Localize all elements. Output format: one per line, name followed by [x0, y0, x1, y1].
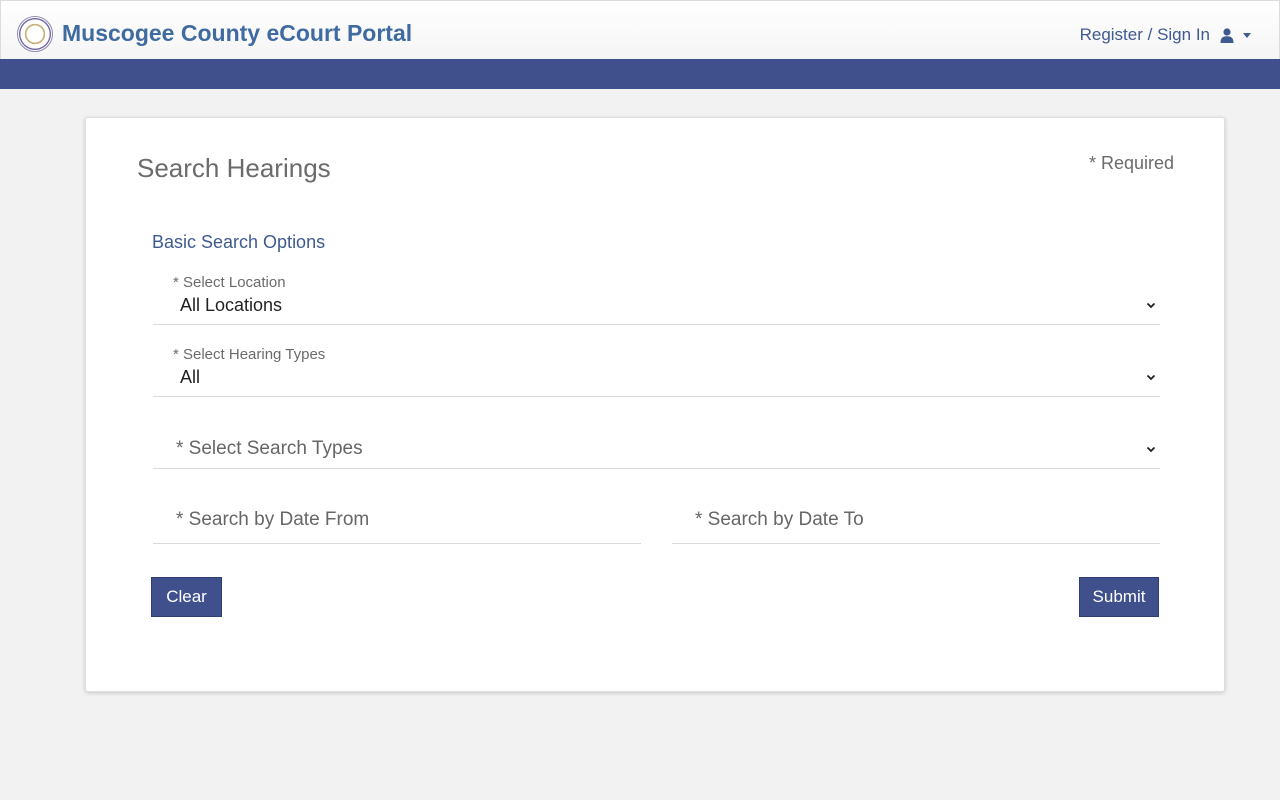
date-to-placeholder: * Search by Date To: [695, 509, 864, 530]
chevron-down-icon: [1146, 374, 1156, 381]
chevron-down-icon: [1146, 302, 1156, 309]
location-value: All Locations: [180, 295, 283, 315]
user-icon: [1220, 27, 1234, 43]
search-types-placeholder: * Select Search Types: [176, 438, 363, 459]
user-menu-label: Register / Sign In: [1079, 25, 1210, 44]
hearing-types-value: All: [180, 367, 201, 387]
hearing-types-select[interactable]: * Select Hearing Types All: [153, 340, 1160, 397]
caret-down-icon: [1243, 32, 1251, 38]
date-to-input[interactable]: * Search by Date To: [672, 488, 1160, 544]
submit-button[interactable]: Submit: [1079, 577, 1159, 617]
top-header: Muscogee County eCourt Portal Register /…: [0, 0, 1280, 59]
date-from-input[interactable]: * Search by Date From: [153, 488, 641, 544]
register-sign-in-menu[interactable]: Register / Sign In: [1080, 25, 1251, 45]
search-hearings-card: Search Hearings * Required Basic Search …: [85, 117, 1225, 692]
location-select[interactable]: * Select Location All Locations: [153, 268, 1160, 325]
navigation-band: [0, 59, 1280, 89]
date-from-placeholder: * Search by Date From: [176, 509, 370, 530]
section-title: Basic Search Options: [152, 232, 326, 252]
chevron-down-icon: [1146, 446, 1156, 453]
location-label: * Select Location: [173, 274, 286, 291]
required-note: * Required: [1088, 153, 1174, 173]
portal-title[interactable]: Muscogee County eCourt Portal: [62, 20, 412, 47]
clear-button[interactable]: Clear: [151, 577, 222, 617]
hearing-types-label: * Select Hearing Types: [173, 346, 326, 363]
search-types-select[interactable]: * Select Search Types: [153, 412, 1160, 469]
page-title: Search Hearings: [137, 153, 331, 183]
county-seal-logo[interactable]: [17, 16, 53, 52]
